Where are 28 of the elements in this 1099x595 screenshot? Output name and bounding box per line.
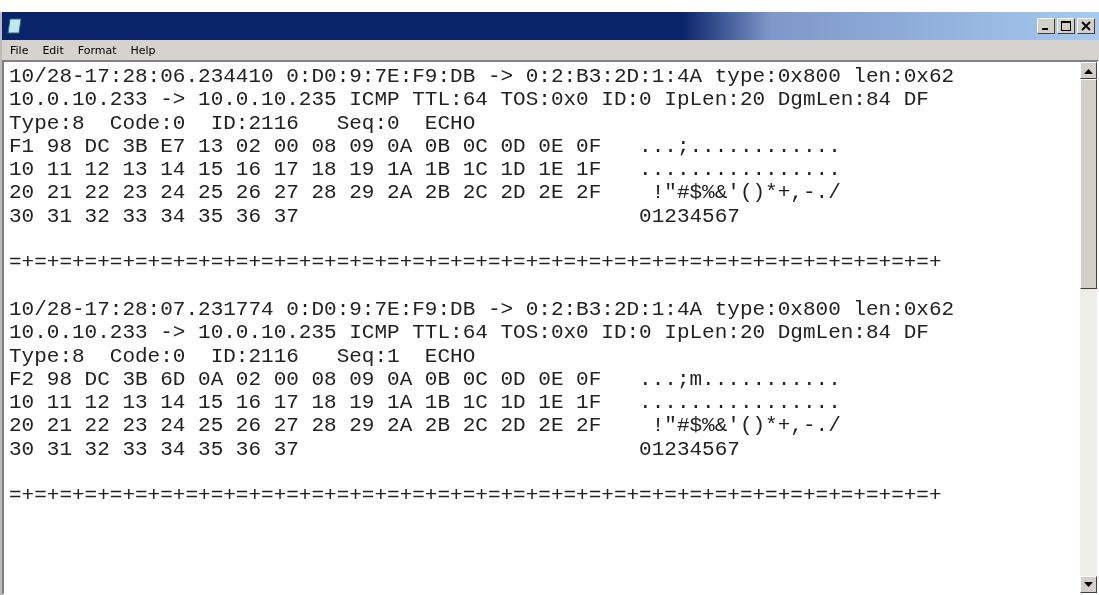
separator-line: =+=+=+=+=+=+=+=+=+=+=+=+=+=+=+=+=+=+=+=+=+=+=+=+=+=+=+=+=+=+=+=+=+=+=+=+=+	[9, 251, 942, 275]
scrollbar[interactable]	[1080, 62, 1097, 593]
scroll-thumb[interactable]	[1080, 79, 1097, 289]
hex-dump-line: F2 98 DC 3B 6D 0A 02 00 08 09 0A 0B 0C 0D 0E 0F ...;m...........	[9, 367, 841, 392]
menu-item[interactable]: Format	[77, 43, 117, 57]
scroll-down-icon[interactable]	[1080, 576, 1097, 593]
log-line: 10/28-17:28:07.231774 0:D0:9:7E:F9:DB -> 0:2:B3:2D:1:4A type:0x800 len:0x62	[9, 297, 955, 322]
hex-dump-line: 30 31 32 33 34 35 36 37 01234567	[9, 204, 740, 229]
hex-dump-line: 30 31 32 33 34 35 36 37 01234567	[9, 437, 740, 462]
close-icon[interactable]	[1077, 18, 1095, 34]
log-line: Type:8 Code:0 ID:2116 Seq:0 ECHO	[9, 111, 476, 135]
menu-item[interactable]: File	[10, 43, 29, 57]
log-line: Type:8 Code:0 ID:2116 Seq:1 ECHO	[9, 344, 476, 368]
notepad-icon	[6, 17, 24, 35]
hex-dump-line: F1 98 DC 3B E7 13 02 00 08 09 0A 0B 0C 0D 0E 0F ...;............	[9, 134, 841, 159]
scroll-up-icon[interactable]	[1080, 62, 1097, 79]
maximize-icon[interactable]	[1057, 18, 1075, 34]
hex-dump-line: 20 21 22 23 24 25 26 27 28 29 2A 2B 2C 2D 2E 2F !"#$%&'()*+,-./	[9, 181, 841, 205]
minimize-icon[interactable]	[1037, 18, 1055, 34]
log-line: 10.0.10.233 -> 10.0.10.235 ICMP TTL:64 TOS:0x0 ID:0 IpLen:20 DgmLen:84 DF	[9, 321, 929, 345]
hex-dump-line: 20 21 22 23 24 25 26 27 28 29 2A 2B 2C 2D 2E 2F !"#$%&'()*+,-./	[9, 414, 841, 438]
log-line: 10/28-17:28:06.234410 0:D0:9:7E:F9:DB -> 0:2:B3:2D:1:4A type:0x800 len:0x62	[9, 65, 955, 89]
log-line: 10.0.10.233 -> 10.0.10.235 ICMP TTL:64 TOS:0x0 ID:0 IpLen:20 DgmLen:84 DF	[9, 88, 929, 112]
separator-line: =+=+=+=+=+=+=+=+=+=+=+=+=+=+=+=+=+=+=+=+=+=+=+=+=+=+=+=+=+=+=+=+=+=+=+=+=+	[9, 484, 942, 508]
hex-dump-line: 10 11 12 13 14 15 16 17 18 19 1A 1B 1C 1D 1E 1F ................	[9, 158, 841, 182]
hex-dump-line: 10 11 12 13 14 15 16 17 18 19 1A 1B 1C 1D 1E 1F ................	[9, 391, 841, 415]
menu-item[interactable]: Edit	[42, 43, 64, 57]
menu-item[interactable]: Help	[130, 43, 156, 57]
